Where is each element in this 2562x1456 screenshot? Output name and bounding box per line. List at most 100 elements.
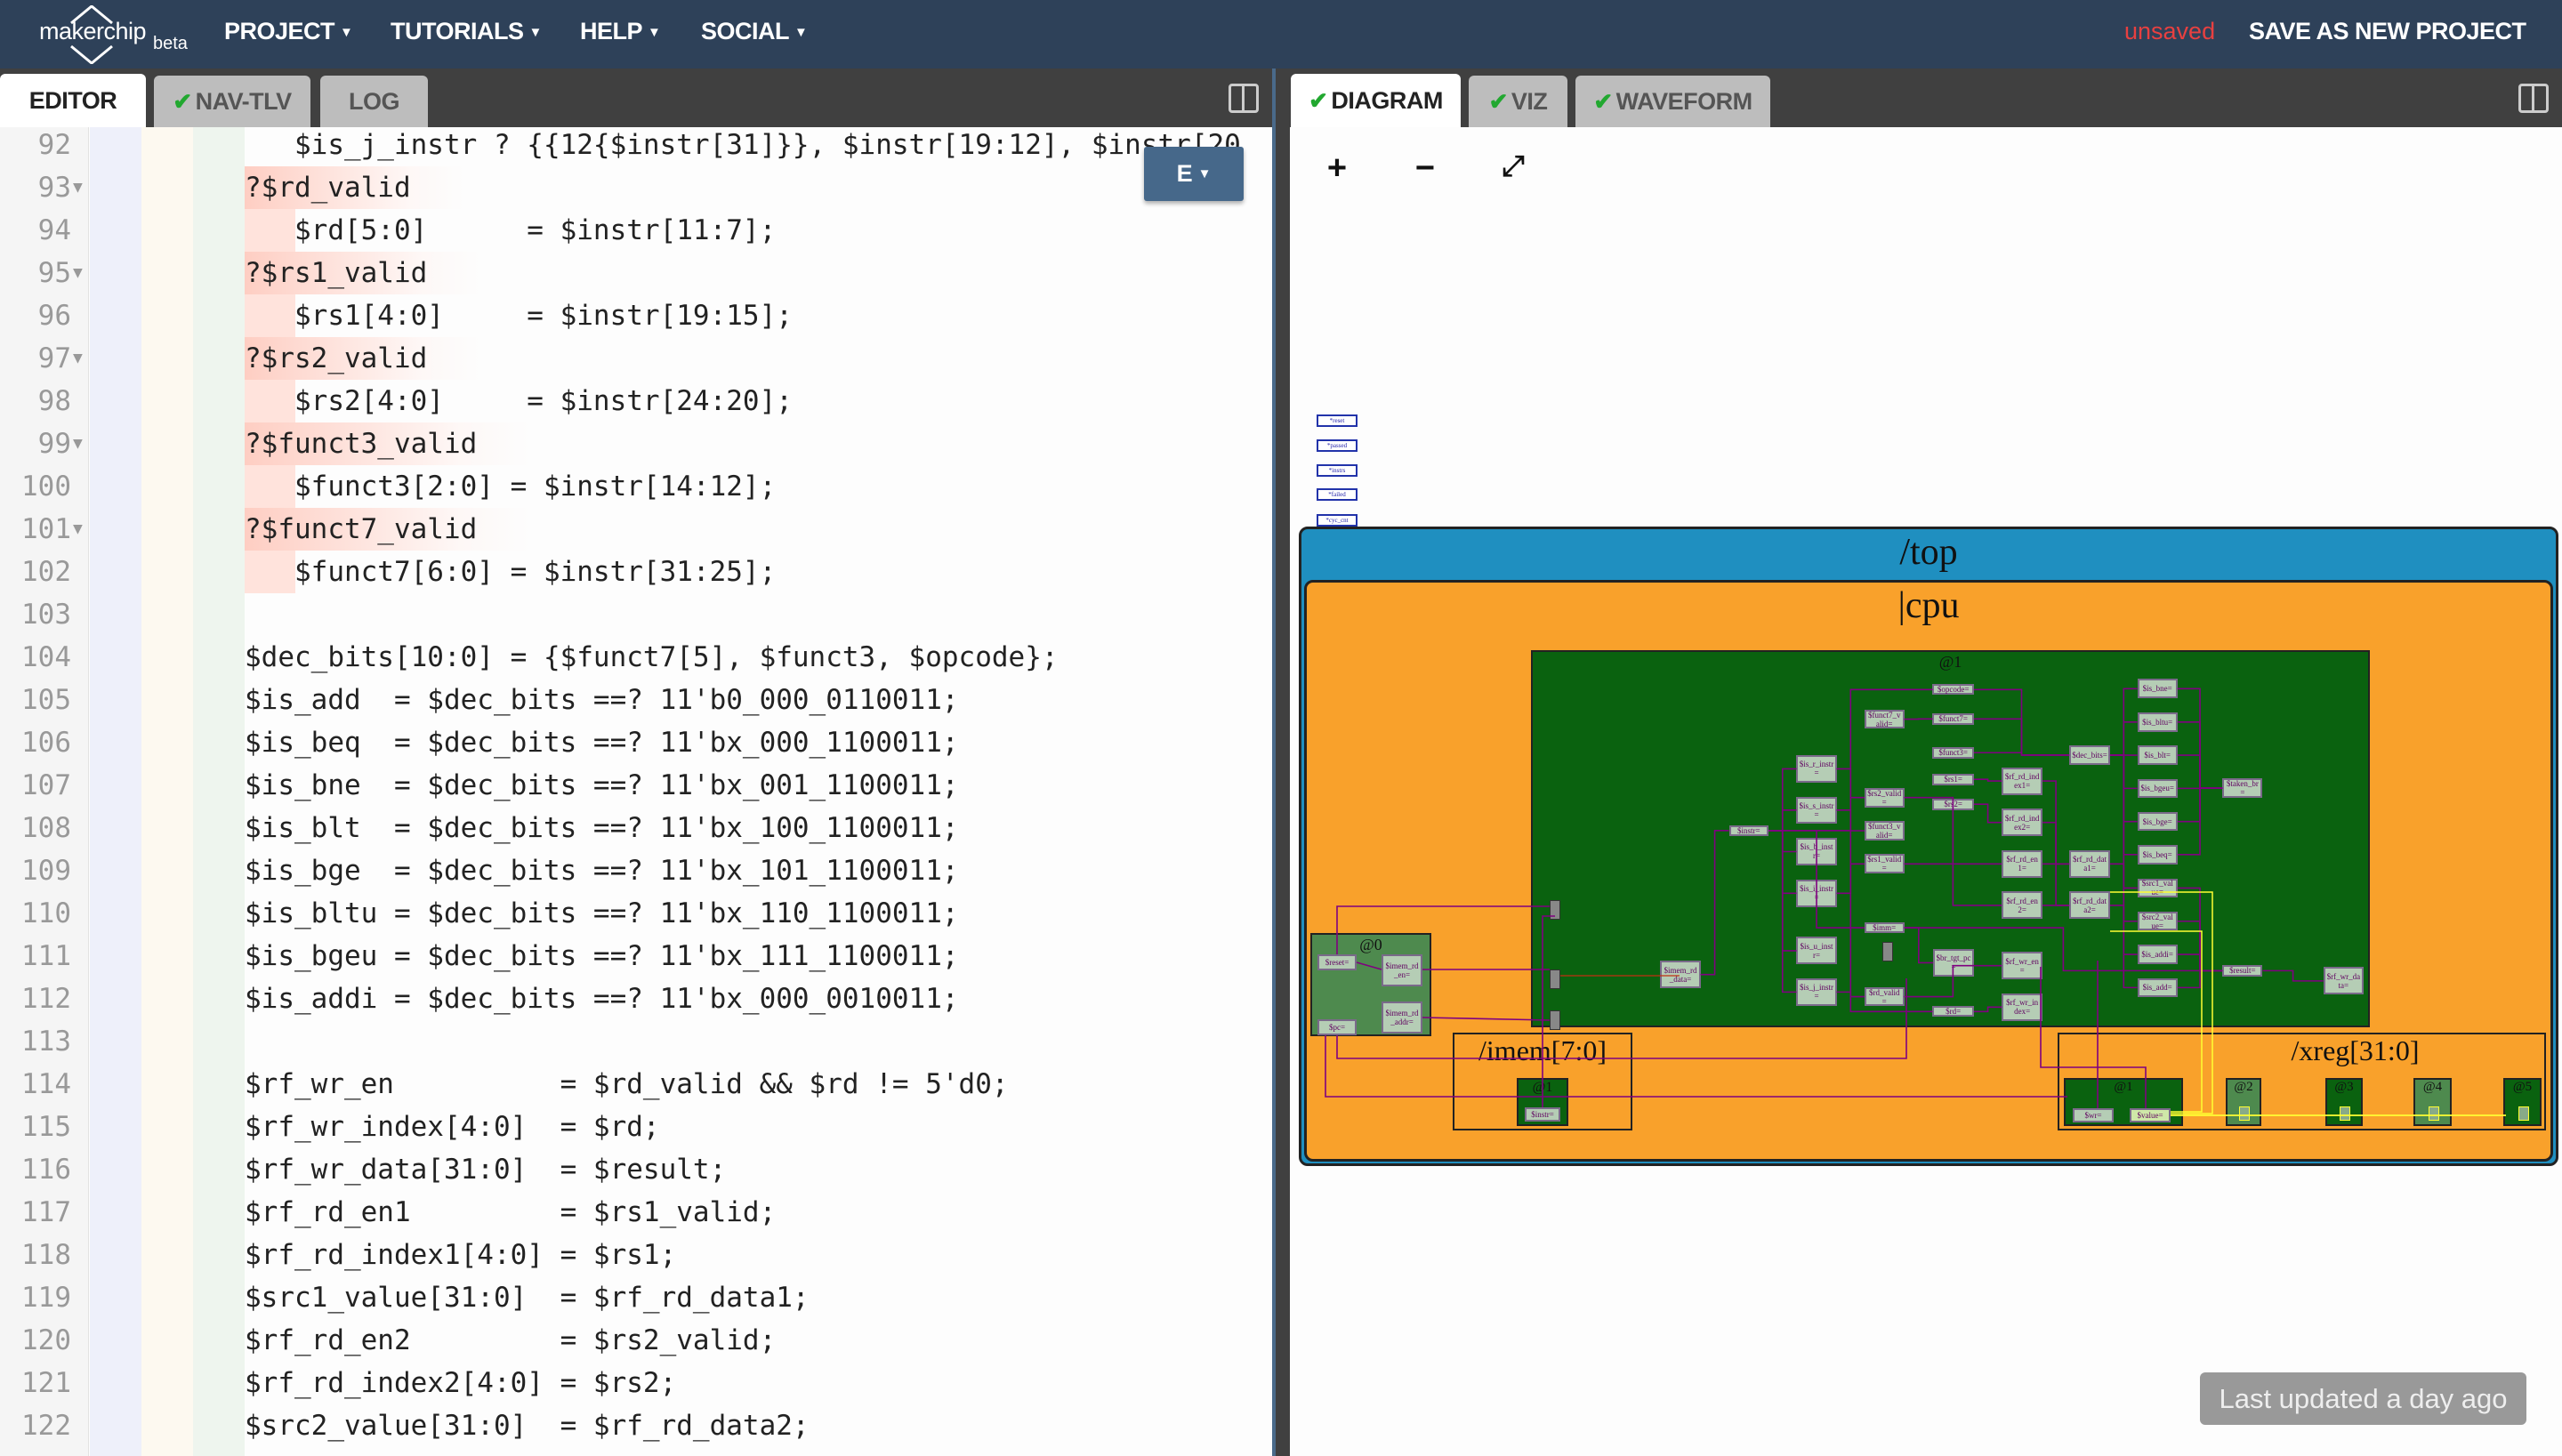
menu-project[interactable]: PROJECT ▼: [224, 18, 353, 45]
diagram-node[interactable]: $dec_bits=: [2069, 744, 2110, 765]
diagram-node[interactable]: $rf_wr_en=: [2002, 952, 2043, 980]
diagram-node[interactable]: $is_j_instr=: [1796, 977, 1837, 1006]
split-pane-icon[interactable]: [2518, 84, 2549, 113]
diagram-node[interactable]: $is_u_instr=: [1796, 937, 1837, 965]
diagram-node[interactable]: $instr=: [1728, 825, 1769, 836]
signal-box[interactable]: *cyc_cnt: [1317, 514, 1358, 527]
diagram-node[interactable]: $rs2_valid=: [1864, 787, 1905, 808]
diagram-node[interactable]: $is_s_instr=: [1796, 796, 1837, 825]
diagram-node[interactable]: $rf_rd_en1=: [2002, 849, 2043, 878]
code-line: 119 $src1_value[31:0] = $rf_rd_data1;: [0, 1276, 1272, 1319]
diagram-node[interactable]: $taken_br=: [2222, 778, 2263, 799]
editor-mode-dropdown[interactable]: E ▼: [1144, 147, 1244, 201]
xreg-stage[interactable]: @2: [2226, 1078, 2261, 1126]
line-number: 120: [21, 1324, 71, 1356]
code-line: 102 $funct7[6:0] = $instr[31:25];: [0, 551, 1272, 593]
diagram-node[interactable]: $is_add=: [2137, 977, 2178, 998]
diagram-node[interactable]: $is_b_instr=: [1796, 837, 1837, 866]
diagram-node[interactable]: $src2_value=: [2137, 912, 2178, 931]
diagram-node[interactable]: $rf_rd_index2=: [2002, 808, 2043, 837]
code-line: 106 $is_beq = $dec_bits ==? 11'bx_000_110…: [0, 721, 1272, 764]
fold-arrow-icon[interactable]: ▼: [73, 166, 83, 209]
diagram-node[interactable]: $is_bge=: [2137, 811, 2178, 832]
save-as-new-project-button[interactable]: SAVE AS NEW PROJECT: [2249, 18, 2526, 45]
code-text: $rf_rd_index2[4:0] = $rs2;: [245, 1367, 677, 1399]
diagram-node[interactable]: $src1_value=: [2137, 878, 2178, 898]
tab-viz[interactable]: ✔ VIZ: [1469, 76, 1567, 127]
xreg-stage[interactable]: @4: [2413, 1078, 2452, 1126]
code-line: 94 $rd[5:0] = $instr[11:7];: [0, 209, 1272, 252]
zoom-in-button[interactable]: +: [1319, 149, 1355, 188]
makerchip-logo[interactable]: makerchip beta: [36, 5, 205, 64]
diagram-node[interactable]: $rf_rd_index1=: [2002, 767, 2043, 795]
diagram-node[interactable]: $imem_rd_en=: [1382, 954, 1422, 986]
diagram-node[interactable]: $is_addi=: [2137, 945, 2178, 964]
pane-divider[interactable]: [1272, 68, 1290, 1456]
check-icon: ✔: [1309, 86, 1328, 114]
diagram-node[interactable]: $imem_rd_data=: [1660, 961, 1701, 989]
menu-help[interactable]: HELP ▼: [580, 18, 661, 45]
diagram-node[interactable]: $is_r_instr=: [1796, 754, 1837, 783]
diagram-node[interactable]: $is_blt=: [2137, 745, 2178, 765]
diagram-node[interactable]: $rf_rd_data1=: [2069, 849, 2110, 878]
tab-waveform[interactable]: ✔ WAVEFORM: [1575, 76, 1770, 127]
line-number: 100: [21, 471, 71, 503]
signal-box[interactable]: *passed: [1317, 439, 1358, 452]
diagram-node[interactable]: $br_tgt_pc=: [1933, 948, 1974, 977]
unsaved-status: unsaved: [2124, 18, 2216, 44]
signal-box[interactable]: *reset: [1317, 414, 1358, 427]
diagram-node[interactable]: $is_bltu=: [2137, 712, 2178, 732]
code-line: 109 $is_bge = $dec_bits ==? 11'bx_101_110…: [0, 849, 1272, 892]
diagram-node[interactable]: $rd=: [1932, 1006, 1974, 1018]
fold-arrow-icon[interactable]: ▼: [73, 422, 83, 465]
fold-arrow-icon[interactable]: ▼: [73, 252, 83, 294]
diagram-node[interactable]: $rf_rd_en2=: [2002, 891, 2043, 920]
xreg-stage[interactable]: @3: [2325, 1078, 2363, 1126]
tab-label: WAVEFORM: [1615, 87, 1753, 115]
diagram-node[interactable]: $funct7=: [1932, 712, 1974, 725]
tab-diagram[interactable]: ✔ DIAGRAM: [1291, 74, 1461, 127]
diagram-node[interactable]: $is_bne=: [2137, 679, 2178, 699]
diagram-node[interactable]: $is_i_instr=: [1796, 879, 1837, 907]
split-pane-icon[interactable]: [1229, 84, 1259, 113]
diagram-node[interactable]: $value=: [2130, 1108, 2171, 1122]
diagram-node[interactable]: $rf_wr_data=: [2323, 967, 2364, 995]
code-text: $is_j_instr ? {{12{$instr[31]}}, $instr[…: [245, 129, 1241, 161]
tab-nav-tlv[interactable]: ✔ NAV-TLV: [154, 76, 310, 127]
diagram-node[interactable]: $reset=: [1317, 954, 1357, 970]
diagram-node[interactable]: $instr=: [1525, 1107, 1560, 1122]
diagram-node[interactable]: $rf_rd_data2=: [2069, 891, 2110, 920]
diagram-node[interactable]: $pc=: [1317, 1019, 1357, 1035]
code-line: 122 $src2_value[31:0] = $rf_rd_data2;: [0, 1404, 1272, 1447]
stage-label: @2: [2234, 1080, 2253, 1094]
zoom-out-button[interactable]: −: [1407, 149, 1443, 188]
diagram-node[interactable]: $funct7_valid=: [1864, 709, 1905, 729]
diagram-node[interactable]: $opcode=: [1932, 684, 1974, 696]
fold-arrow-icon[interactable]: ▼: [73, 337, 83, 380]
fold-arrow-icon[interactable]: ▼: [73, 508, 83, 551]
fit-view-button[interactable]: ⤢: [1495, 149, 1531, 183]
pipeline-label: |cpu: [1897, 585, 1960, 626]
line-number: 117: [21, 1196, 71, 1228]
diagram-node[interactable]: $funct3_valid=: [1864, 821, 1905, 841]
diagram-node[interactable]: $rs1=: [1932, 773, 1974, 785]
menu-social[interactable]: SOCIAL ▼: [701, 18, 808, 45]
code-editor[interactable]: 92 $is_j_instr ? {{12{$instr[31]}}, $ins…: [0, 127, 1272, 1456]
tab-editor[interactable]: EDITOR: [0, 74, 146, 127]
diagram-node[interactable]: $rs1_valid=: [1864, 854, 1905, 874]
diagram-node[interactable]: $imem_rd_addr=: [1382, 1002, 1422, 1034]
diagram-node[interactable]: $result=: [2222, 965, 2263, 977]
tab-log[interactable]: LOG: [320, 76, 428, 127]
diagram-node[interactable]: $is_bgeu=: [2137, 778, 2178, 799]
xreg-stage[interactable]: @5: [2503, 1078, 2542, 1126]
signal-box[interactable]: *failed: [1317, 488, 1358, 501]
menu-tutorials[interactable]: TUTORIALS ▼: [391, 18, 542, 45]
diagram-node[interactable]: $funct3=: [1932, 746, 1974, 759]
signal-box[interactable]: *instrs: [1317, 464, 1358, 477]
diagram-node[interactable]: $rd_valid=: [1864, 986, 1905, 1007]
diagram-node[interactable]: $wr=: [2073, 1108, 2114, 1122]
diagram-node[interactable]: $is_beq=: [2137, 844, 2178, 865]
diagram-node[interactable]: $imm=: [1864, 922, 1905, 934]
diagram-node[interactable]: $rs2=: [1932, 798, 1974, 810]
diagram-node[interactable]: $rf_wr_index=: [2002, 993, 2043, 1021]
